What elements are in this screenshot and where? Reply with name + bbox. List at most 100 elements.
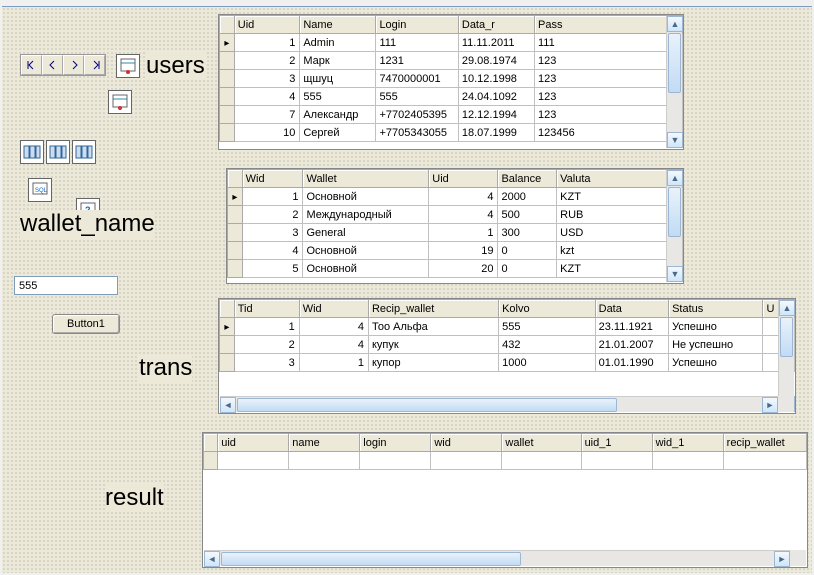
cell[interactable]: RUB [557, 206, 683, 224]
cell[interactable]: USD [557, 224, 683, 242]
cell[interactable]: 4 [234, 88, 300, 106]
cell[interactable]: Основной [303, 242, 429, 260]
column-header[interactable]: login [360, 434, 431, 452]
cell[interactable]: 4 [299, 318, 368, 336]
scrollbar-vertical[interactable]: ▲▼ [666, 16, 682, 148]
cell[interactable]: 7 [234, 106, 300, 124]
cell[interactable]: 1 [242, 188, 303, 206]
cell[interactable]: 12.12.1994 [458, 106, 534, 124]
cell[interactable]: 0 [498, 260, 557, 278]
cell[interactable]: 20 [429, 260, 498, 278]
dbnavigator-component-icon[interactable] [20, 54, 106, 76]
scrollbar-horizontal[interactable]: ◄► [220, 396, 778, 412]
column-header[interactable]: Kolvo [499, 300, 596, 318]
cell[interactable]: 3 [234, 70, 300, 88]
button1[interactable]: Button1 [52, 314, 120, 334]
table-row[interactable]: 5Основной200KZT [228, 260, 683, 278]
cell[interactable]: 7470000001 [376, 70, 458, 88]
scrollbar-horizontal[interactable]: ◄► [204, 550, 790, 566]
cell[interactable]: 23.11.1921 [595, 318, 668, 336]
cell[interactable]: 123 [534, 106, 682, 124]
cell[interactable]: 1 [429, 224, 498, 242]
table-row[interactable]: ▸14Тоо Альфа55523.11.1921Успешно [220, 318, 795, 336]
column-header[interactable]: Data_r [458, 16, 534, 34]
cell[interactable]: 4 [299, 336, 368, 354]
cell[interactable]: 0 [498, 242, 557, 260]
cell[interactable]: Не успешно [669, 336, 763, 354]
cell[interactable]: купор [368, 354, 498, 372]
cell[interactable]: 10 [234, 124, 300, 142]
table-row[interactable]: 3General1300USD [228, 224, 683, 242]
cell[interactable]: 1 [234, 34, 300, 52]
cell[interactable]: 1 [234, 318, 299, 336]
cell[interactable]: 2 [234, 336, 299, 354]
column-header[interactable]: Uid [234, 16, 300, 34]
column-header[interactable]: Pass [534, 16, 682, 34]
cell[interactable]: 432 [499, 336, 596, 354]
cell[interactable]: 19 [429, 242, 498, 260]
cell[interactable]: 111 [534, 34, 682, 52]
cell[interactable]: 1 [299, 354, 368, 372]
cell[interactable]: 123 [534, 88, 682, 106]
column-header[interactable]: recip_wallet [723, 434, 806, 452]
cell[interactable]: Успешно [669, 318, 763, 336]
cell[interactable]: 111 [376, 34, 458, 52]
cell[interactable]: 555 [300, 88, 376, 106]
column-header[interactable]: Wallet [303, 170, 429, 188]
column-header[interactable]: Tid [234, 300, 299, 318]
cell[interactable]: 1000 [499, 354, 596, 372]
cell[interactable]: 18.07.1999 [458, 124, 534, 142]
search-input[interactable] [14, 276, 118, 295]
cell[interactable]: 01.01.1990 [595, 354, 668, 372]
column-header[interactable]: Wid [299, 300, 368, 318]
users-grid[interactable]: UidNameLoginData_rPass ▸1Admin11111.11.2… [218, 14, 684, 150]
cell[interactable]: Сергей [300, 124, 376, 142]
table-row[interactable]: ▸1Admin11111.11.2011111 [220, 34, 683, 52]
column-header[interactable]: Status [669, 300, 763, 318]
column-header[interactable]: Uid [429, 170, 498, 188]
cell[interactable]: Основной [303, 260, 429, 278]
table-row[interactable]: 3щшуц747000000110.12.1998123 [220, 70, 683, 88]
column-header[interactable]: name [289, 434, 360, 452]
column-header[interactable]: Login [376, 16, 458, 34]
cell[interactable]: +7702405395 [376, 106, 458, 124]
cell[interactable]: +7705343055 [376, 124, 458, 142]
scrollbar-vertical[interactable]: ▲▼ [666, 170, 682, 282]
cell[interactable]: щшуц [300, 70, 376, 88]
cell[interactable]: 555 [499, 318, 596, 336]
table-row[interactable]: 24купук43221.01.2007Не успешно [220, 336, 795, 354]
trans-grid[interactable]: TidWidRecip_walletKolvoDataStatusU ▸14То… [218, 298, 796, 414]
cell[interactable]: Основной [303, 188, 429, 206]
table-component-icon-2[interactable] [108, 90, 132, 114]
table-row[interactable]: 7Александр+770240539512.12.1994123 [220, 106, 683, 124]
cell[interactable]: купук [368, 336, 498, 354]
cell[interactable]: Admin [300, 34, 376, 52]
cell[interactable]: 555 [376, 88, 458, 106]
sql-query-component-icon[interactable]: SQL [28, 178, 52, 202]
cell[interactable]: kzt [557, 242, 683, 260]
cell[interactable]: Тоо Альфа [368, 318, 498, 336]
cell[interactable]: 5 [242, 260, 303, 278]
cell[interactable]: 1231 [376, 52, 458, 70]
datasource-component-icon-2[interactable] [46, 140, 70, 164]
cell[interactable]: 300 [498, 224, 557, 242]
column-header[interactable]: wallet [502, 434, 581, 452]
table-row[interactable]: 455555524.04.1092123 [220, 88, 683, 106]
column-header[interactable]: Valuta [557, 170, 683, 188]
table-row[interactable]: 2Марк123129.08.1974123 [220, 52, 683, 70]
cell[interactable]: Успешно [669, 354, 763, 372]
table-component-icon[interactable] [116, 54, 140, 78]
cell[interactable]: 3 [242, 224, 303, 242]
cell[interactable]: 123456 [534, 124, 682, 142]
cell[interactable]: 3 [234, 354, 299, 372]
cell[interactable]: KZT [557, 260, 683, 278]
cell[interactable]: 123 [534, 52, 682, 70]
table-row[interactable]: 4Основной190kzt [228, 242, 683, 260]
table-row[interactable]: ▸1Основной42000KZT [228, 188, 683, 206]
column-header[interactable]: wid_1 [652, 434, 723, 452]
column-header[interactable]: uid [218, 434, 289, 452]
cell[interactable]: 2 [234, 52, 300, 70]
cell[interactable]: Александр [300, 106, 376, 124]
cell[interactable]: Международный [303, 206, 429, 224]
cell[interactable]: 2000 [498, 188, 557, 206]
